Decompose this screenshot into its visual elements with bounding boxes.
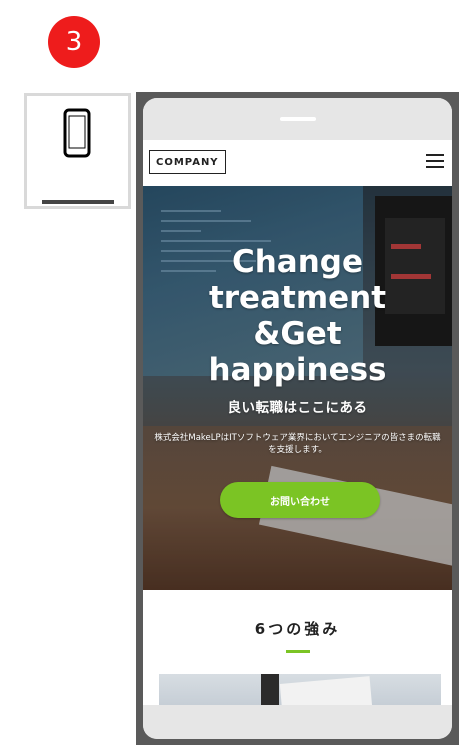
hero-title: Change treatment &Get happiness	[143, 244, 452, 388]
phone-bottom-bezel	[143, 705, 452, 739]
site-header: COMPANY	[143, 140, 452, 186]
hamburger-menu-icon[interactable]	[426, 154, 444, 168]
company-logo[interactable]: COMPANY	[149, 150, 226, 174]
section-title: 6つの強み	[254, 620, 341, 638]
hero-title-line: happiness	[208, 352, 387, 388]
logo-text: COMPANY	[156, 156, 219, 168]
hero-title-line: treatment	[208, 280, 387, 316]
hero-description: 株式会社MakeLPはITソフトウェア業界においてエンジニアの皆さまの転職を支援…	[154, 433, 441, 455]
mobile-preview-toggle[interactable]	[24, 93, 131, 209]
step-number-badge: 3	[48, 16, 100, 68]
active-indicator	[42, 200, 114, 204]
smartphone-icon	[63, 108, 91, 158]
phone-preview-frame: COMPANY Change treatment &Get happiness …	[136, 92, 459, 745]
hero-title-line: Change	[231, 244, 364, 280]
hero-subtitle: 良い転職はここにある	[227, 400, 368, 416]
phone-body: COMPANY Change treatment &Get happiness …	[143, 98, 452, 739]
contact-button[interactable]: お問い合わせ	[220, 482, 380, 518]
section-image	[159, 674, 441, 705]
hero-section: Change treatment &Get happiness 良い転職はここに…	[143, 186, 452, 590]
strengths-section: 6つの強み	[143, 590, 452, 705]
hero-title-line: &Get	[253, 316, 342, 352]
speaker-icon	[280, 117, 316, 121]
contact-button-label: お問い合わせ	[270, 496, 330, 508]
preview-screen[interactable]: COMPANY Change treatment &Get happiness …	[143, 140, 452, 705]
phone-top-bezel	[143, 98, 452, 140]
editor-canvas: 3 COMPANY Change treatment &Get happines…	[0, 0, 459, 745]
step-number: 3	[65, 27, 83, 57]
section-title-underline	[286, 650, 310, 653]
